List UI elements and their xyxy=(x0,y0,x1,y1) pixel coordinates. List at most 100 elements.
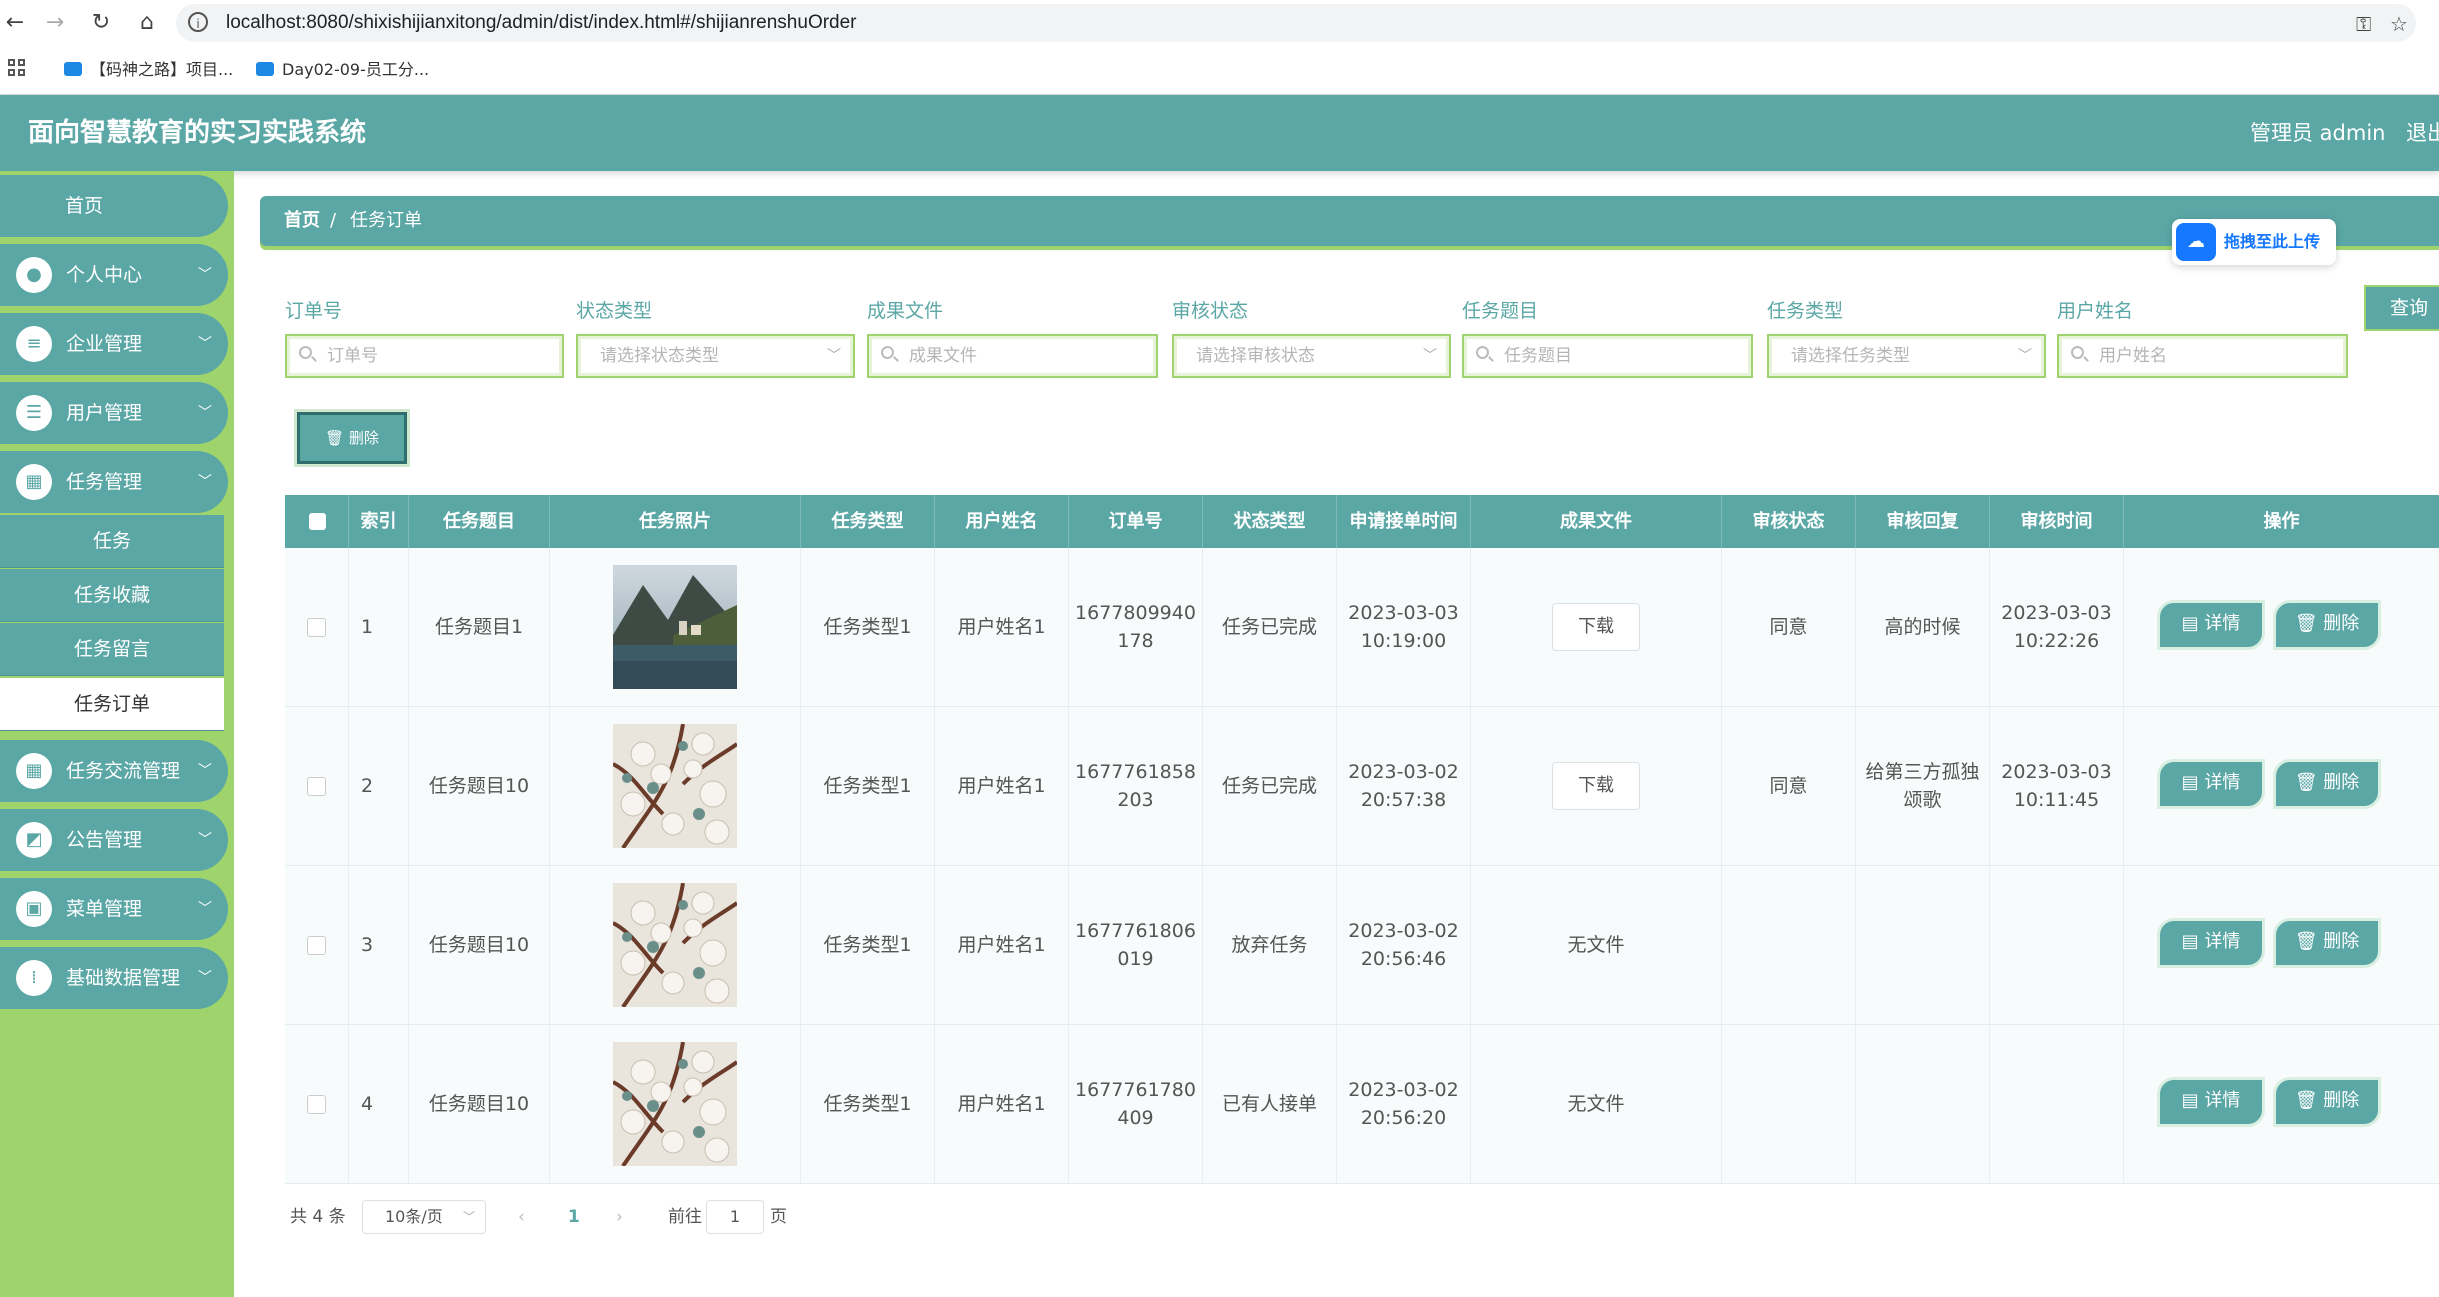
column-header: 审核回复 xyxy=(1856,495,1990,548)
delete-button[interactable]: 🗑 删除 xyxy=(2276,603,2378,647)
reload-icon[interactable]: ↻ xyxy=(86,8,116,38)
prev-page-icon[interactable]: ‹ xyxy=(518,1200,525,1234)
sidebar-item-home[interactable]: 首页 xyxy=(0,175,228,237)
upload-label: 拖拽至此上传 xyxy=(2224,232,2321,251)
sidebar-item-menus[interactable]: ▣ 菜单管理 ﹀ xyxy=(0,878,228,940)
cell-index: 2 xyxy=(349,707,409,865)
select-all-checkbox[interactable] xyxy=(309,513,326,530)
detail-button[interactable]: ▤ 详情 xyxy=(2160,921,2262,965)
row-checkbox[interactable] xyxy=(307,776,326,796)
batch-delete-button[interactable]: 🗑 删除 xyxy=(297,412,407,464)
submenu-item-task-orders[interactable]: 任务订单 xyxy=(0,678,224,731)
bookmark-label: Day02-09-员工分... xyxy=(282,60,430,79)
time-part: 10:22:26 xyxy=(2013,630,2100,652)
sidebar-item-label: 用户管理 xyxy=(66,402,143,424)
result-file-input[interactable]: 成果文件 xyxy=(867,334,1158,378)
chevron-down-icon: ﹀ xyxy=(198,970,212,986)
sidebar-item-personal-center[interactable]: ● 个人中心 ﹀ xyxy=(0,244,228,306)
cell-task-photo xyxy=(550,866,801,1024)
breadcrumb-home[interactable]: 首页 xyxy=(284,196,320,246)
order-no-input[interactable]: 订单号 xyxy=(285,334,564,378)
delete-button[interactable]: 🗑 删除 xyxy=(2276,921,2378,965)
sidebar-item-enterprise[interactable]: ≡ 企业管理 ﹀ xyxy=(0,313,228,375)
logout-link[interactable]: 退出 xyxy=(2406,95,2439,171)
page-size-select[interactable]: 10条/页 ﹀ xyxy=(362,1200,486,1234)
site-info-icon[interactable]: i xyxy=(188,12,208,32)
row-checkbox[interactable] xyxy=(307,617,326,637)
chevron-down-icon: ﹀ xyxy=(827,348,841,364)
submenu-item-task-favorites[interactable]: 任务收藏 xyxy=(0,569,224,622)
cell-status-type: 任务已完成 xyxy=(1203,707,1337,865)
delete-button[interactable]: 🗑 删除 xyxy=(2276,1080,2378,1124)
goto-page-input[interactable]: 1 xyxy=(706,1200,764,1234)
home-icon[interactable]: ⌂ xyxy=(132,8,162,38)
cell-result-file: 下载 xyxy=(1471,548,1722,706)
bookmark-star-icon[interactable]: ☆ xyxy=(2390,12,2408,36)
delete-button[interactable]: 🗑 删除 xyxy=(2276,762,2378,806)
detail-button[interactable]: ▤ 详情 xyxy=(2160,762,2262,806)
sidebar-item-task-exchange[interactable]: ▦ 任务交流管理 ﹀ xyxy=(0,740,228,802)
sidebar-item-label: 个人中心 xyxy=(66,264,143,286)
chevron-down-icon: ﹀ xyxy=(198,901,212,917)
sidebar-item-basic-data[interactable]: ⁞ 基础数据管理 ﹀ xyxy=(0,947,228,1009)
cell-index: 1 xyxy=(349,548,409,706)
next-page-icon[interactable]: › xyxy=(616,1200,623,1234)
chevron-down-icon: ﹀ xyxy=(198,336,212,352)
detail-button[interactable]: ▤ 详情 xyxy=(2160,603,2262,647)
password-key-icon[interactable]: ⚿ xyxy=(2356,12,2371,36)
user-name-input[interactable]: 用户姓名 xyxy=(2057,334,2348,378)
delete-label: 删除 xyxy=(2323,931,2360,952)
bookmark-item[interactable]: 【码神之路】项目... xyxy=(64,46,233,94)
task-photo-image[interactable] xyxy=(613,724,737,848)
download-button[interactable]: 下载 xyxy=(1552,762,1640,810)
time-part: 20:56:46 xyxy=(1360,948,1447,970)
task-photo-image[interactable] xyxy=(613,1042,737,1166)
sidebar-item-tasks[interactable]: ▦ 任务管理 ﹀ xyxy=(0,451,228,513)
row-checkbox[interactable] xyxy=(307,1094,326,1114)
sidebar-item-announcements[interactable]: ◩ 公告管理 ﹀ xyxy=(0,809,228,871)
browser-toolbar: ← → ↻ ⌂ i localhost:8080/shixishijianxit… xyxy=(0,0,2439,46)
download-button[interactable]: 下载 xyxy=(1552,603,1640,651)
audit-status-select[interactable]: 请选择审核状态 ﹀ xyxy=(1172,334,1451,378)
drag-upload-widget[interactable]: ☁ 拖拽至此上传 xyxy=(2172,219,2336,265)
submenu-item-task[interactable]: 任务 xyxy=(0,515,224,568)
task-photo-image[interactable] xyxy=(613,565,737,689)
row-checkbox[interactable] xyxy=(307,935,326,955)
task-photo-image[interactable] xyxy=(613,883,737,1007)
cell-status-type: 已有人接单 xyxy=(1203,1025,1337,1183)
column-header: 索引 xyxy=(349,495,409,548)
date-part: 2023-03-03 xyxy=(2001,602,2112,624)
back-arrow-icon[interactable]: ← xyxy=(0,8,30,38)
cell-apply-time: 2023-03-02 20:56:46 xyxy=(1337,866,1471,1024)
bookmarks-bar: 【码神之路】项目... Day02-09-员工分... xyxy=(0,46,2439,95)
search-icon xyxy=(2071,346,2084,359)
submenu-item-task-comments[interactable]: 任务留言 xyxy=(0,623,224,676)
input-placeholder: 成果文件 xyxy=(909,346,977,366)
apps-grid-icon[interactable] xyxy=(8,59,26,77)
filter-label-user-name: 用户姓名 xyxy=(2057,300,2134,322)
task-type-select[interactable]: 请选择任务类型 ﹀ xyxy=(1767,334,2046,378)
query-button[interactable]: 查询 xyxy=(2364,285,2439,331)
cell-actions: ▤ 详情 🗑 删除 xyxy=(2124,548,2439,706)
detail-button[interactable]: ▤ 详情 xyxy=(2160,1080,2262,1124)
cell-task-photo xyxy=(550,707,801,865)
task-title-input[interactable]: 任务题目 xyxy=(1462,334,1753,378)
order-no-part: 409 xyxy=(1117,1107,1154,1129)
cell-order-no: 1677761806 019 xyxy=(1069,866,1203,1024)
forward-arrow-icon[interactable]: → xyxy=(40,8,70,38)
url-text: localhost:8080/shixishijianxitong/admin/… xyxy=(226,12,857,33)
chevron-down-icon: ﹀ xyxy=(2018,348,2032,364)
page-number-current[interactable]: 1 xyxy=(568,1200,580,1234)
status-type-select[interactable]: 请选择状态类型 ﹀ xyxy=(576,334,855,378)
address-bar[interactable]: i localhost:8080/shixishijianxitong/admi… xyxy=(176,4,2416,42)
search-icon xyxy=(299,346,312,359)
cell-audit-time xyxy=(1990,866,2124,1024)
grid-icon: ▦ xyxy=(16,464,52,500)
bookmark-item[interactable]: Day02-09-员工分... xyxy=(256,46,429,94)
cell-audit-reply: 高的时候 xyxy=(1856,548,1990,706)
column-header: 任务类型 xyxy=(801,495,935,548)
sidebar-item-label: 菜单管理 xyxy=(66,898,143,920)
select-placeholder: 请选择审核状态 xyxy=(1196,346,1315,366)
sidebar-item-users[interactable]: ☰ 用户管理 ﹀ xyxy=(0,382,228,444)
column-header: 审核状态 xyxy=(1722,495,1856,548)
